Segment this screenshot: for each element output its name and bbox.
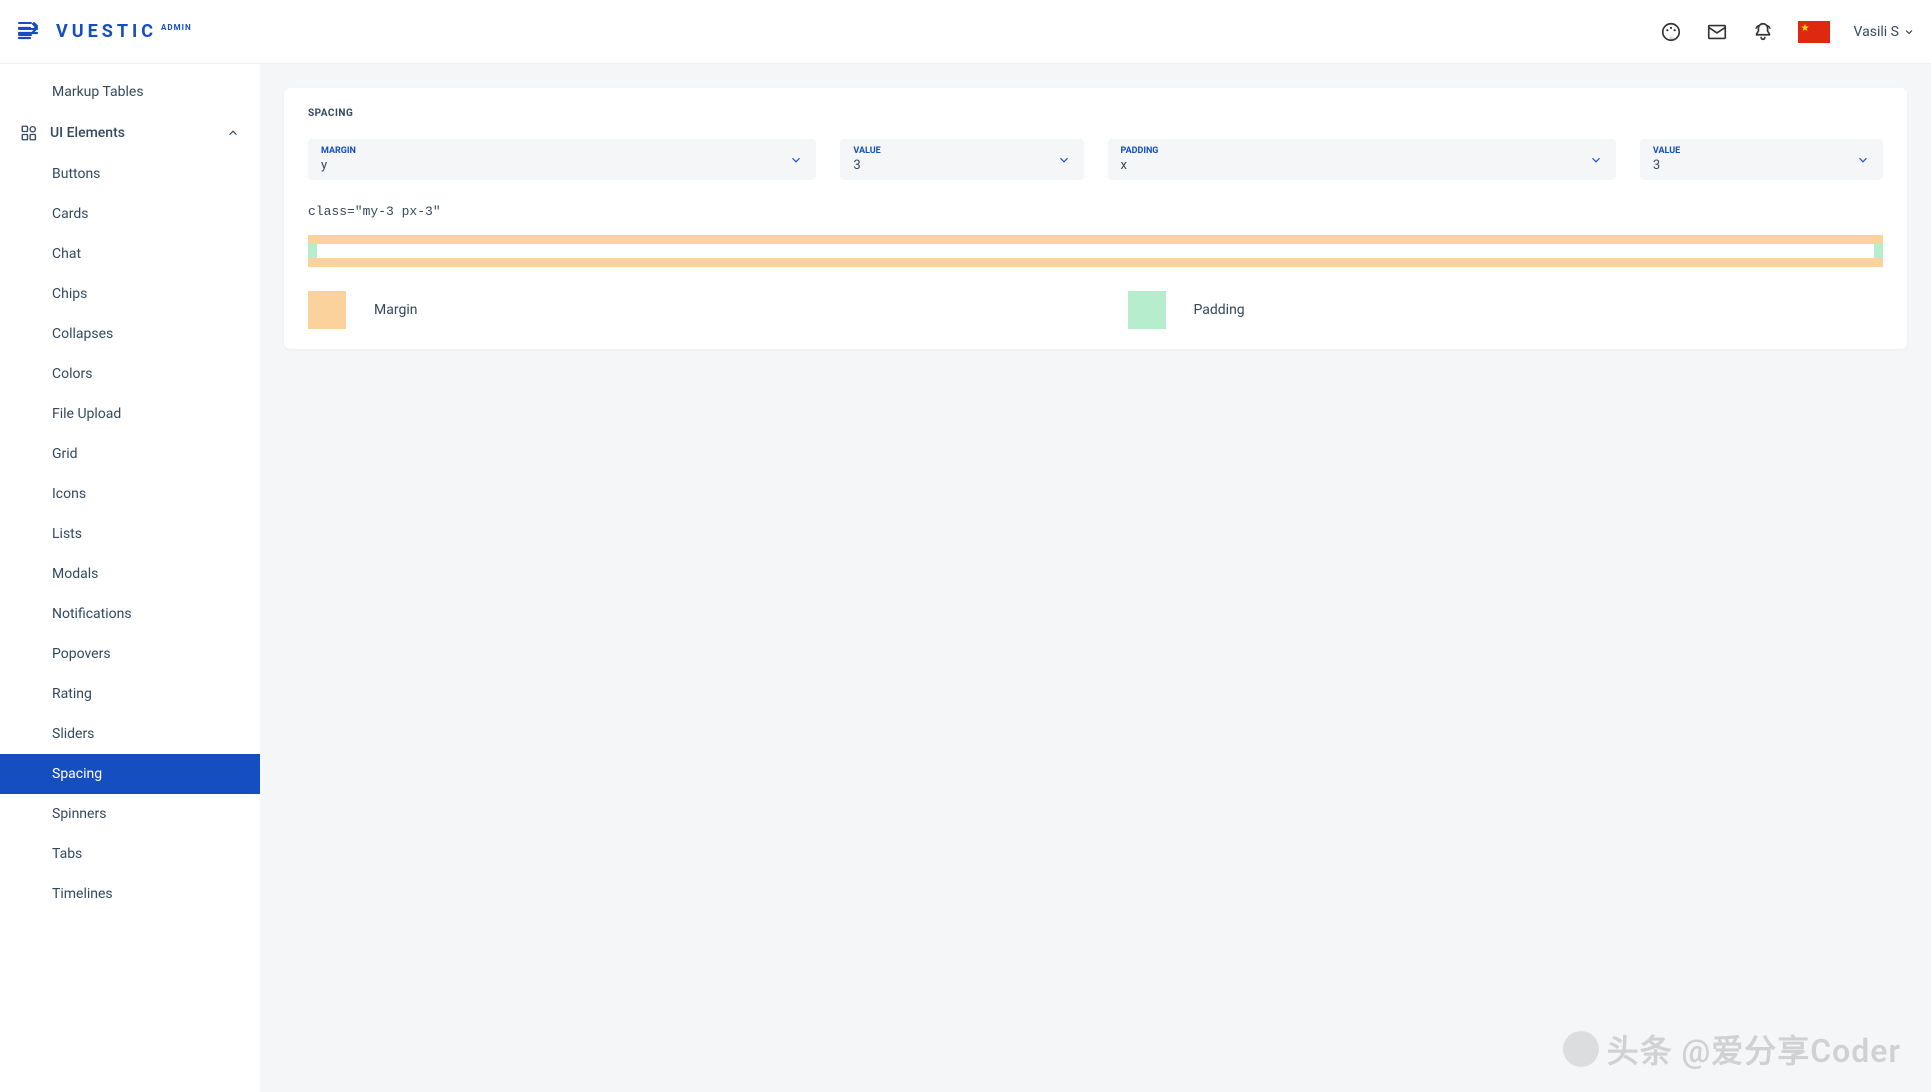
select-value: 3 <box>1653 158 1870 173</box>
legend-padding-label: Padding <box>1194 302 1245 318</box>
select-label: VALUE <box>1653 146 1870 156</box>
sidebar-item-spinners[interactable]: Spinners <box>0 794 260 834</box>
sidebar-item-timelines[interactable]: Timelines <box>0 874 260 914</box>
bell-icon <box>1752 21 1774 43</box>
legend-margin-label: Margin <box>374 302 417 318</box>
menu-toggle-button[interactable] <box>16 20 40 44</box>
sidebar-item-notifications[interactable]: Notifications <box>0 594 260 634</box>
header-actions: Vasili S <box>1660 21 1915 43</box>
select-label: MARGIN <box>321 146 803 156</box>
sidebar-item-sliders[interactable]: Sliders <box>0 714 260 754</box>
sidebar-item-spacing[interactable]: Spacing <box>0 754 260 794</box>
notifications-button[interactable] <box>1752 21 1774 43</box>
sidebar-item-markup-tables[interactable]: Markup Tables <box>0 72 260 112</box>
spacing-demo <box>308 235 1883 267</box>
logo[interactable]: VUESTIC ADMIN <box>56 21 192 42</box>
select-value: y <box>321 158 803 173</box>
select-value: x <box>1121 158 1603 173</box>
sidebar-item-chat[interactable]: Chat <box>0 234 260 274</box>
menu-collapse-icon <box>16 20 40 44</box>
select-padding-2[interactable]: PADDING x <box>1108 139 1616 180</box>
user-menu[interactable]: Vasili S <box>1854 24 1915 40</box>
sidebar-item-collapses[interactable]: Collapses <box>0 314 260 354</box>
sidebar-item-tabs[interactable]: Tabs <box>0 834 260 874</box>
sidebar-item-modals[interactable]: Modals <box>0 554 260 594</box>
chevron-up-icon <box>226 126 240 140</box>
mail-icon <box>1706 21 1728 43</box>
sidebar-item-chips[interactable]: Chips <box>0 274 260 314</box>
sidebar-item-file-upload[interactable]: File Upload <box>0 394 260 434</box>
sidebar-item-icons[interactable]: Icons <box>0 474 260 514</box>
legend-padding: Padding <box>1128 291 1884 329</box>
logo-text: VUESTIC <box>56 21 157 42</box>
chevron-down-icon <box>789 153 803 167</box>
content: SPACING MARGIN y VALUE 3 PADDING x VALUE… <box>260 64 1931 1092</box>
sidebar-parent-label: UI Elements <box>50 125 125 141</box>
legend: Margin Padding <box>308 291 1883 329</box>
palette-icon <box>1660 21 1682 43</box>
chevron-down-icon <box>1589 153 1603 167</box>
sidebar-parent-ui-elements[interactable]: UI Elements <box>0 112 260 154</box>
select-value: 3 <box>853 158 1070 173</box>
select-label: VALUE <box>853 146 1070 156</box>
sidebar-item-lists[interactable]: Lists <box>0 514 260 554</box>
spacing-card: SPACING MARGIN y VALUE 3 PADDING x VALUE… <box>284 88 1907 349</box>
sidebar-item-cards[interactable]: Cards <box>0 194 260 234</box>
card-title: SPACING <box>308 108 1883 119</box>
legend-margin: Margin <box>308 291 1064 329</box>
selects-row: MARGIN y VALUE 3 PADDING x VALUE 3 <box>308 139 1883 180</box>
language-flag[interactable] <box>1798 21 1830 43</box>
mail-button[interactable] <box>1706 21 1728 43</box>
select-margin-0[interactable]: MARGIN y <box>308 139 816 180</box>
theme-button[interactable] <box>1660 21 1682 43</box>
spacing-demo-content <box>317 244 1874 258</box>
select-label: PADDING <box>1121 146 1603 156</box>
header: VUESTIC ADMIN Vasili S <box>0 0 1931 64</box>
user-name: Vasili S <box>1854 24 1899 40</box>
chevron-down-icon <box>1903 26 1915 38</box>
sidebar-item-popovers[interactable]: Popovers <box>0 634 260 674</box>
chevron-down-icon <box>1057 153 1071 167</box>
margin-swatch <box>308 291 346 329</box>
ui-elements-icon <box>20 124 38 142</box>
sidebar-item-grid[interactable]: Grid <box>0 434 260 474</box>
sidebar-item-rating[interactable]: Rating <box>0 674 260 714</box>
select-value-3[interactable]: VALUE 3 <box>1640 139 1883 180</box>
sidebar-item-buttons[interactable]: Buttons <box>0 154 260 194</box>
select-value-1[interactable]: VALUE 3 <box>840 139 1083 180</box>
sidebar: Markup Tables UI Elements ButtonsCardsCh… <box>0 64 260 1092</box>
chevron-down-icon <box>1856 153 1870 167</box>
class-code: class="my-3 px-3" <box>308 204 1883 219</box>
sidebar-item-colors[interactable]: Colors <box>0 354 260 394</box>
spacing-demo-padding <box>308 244 1883 258</box>
logo-subtext: ADMIN <box>161 23 192 32</box>
padding-swatch <box>1128 291 1166 329</box>
